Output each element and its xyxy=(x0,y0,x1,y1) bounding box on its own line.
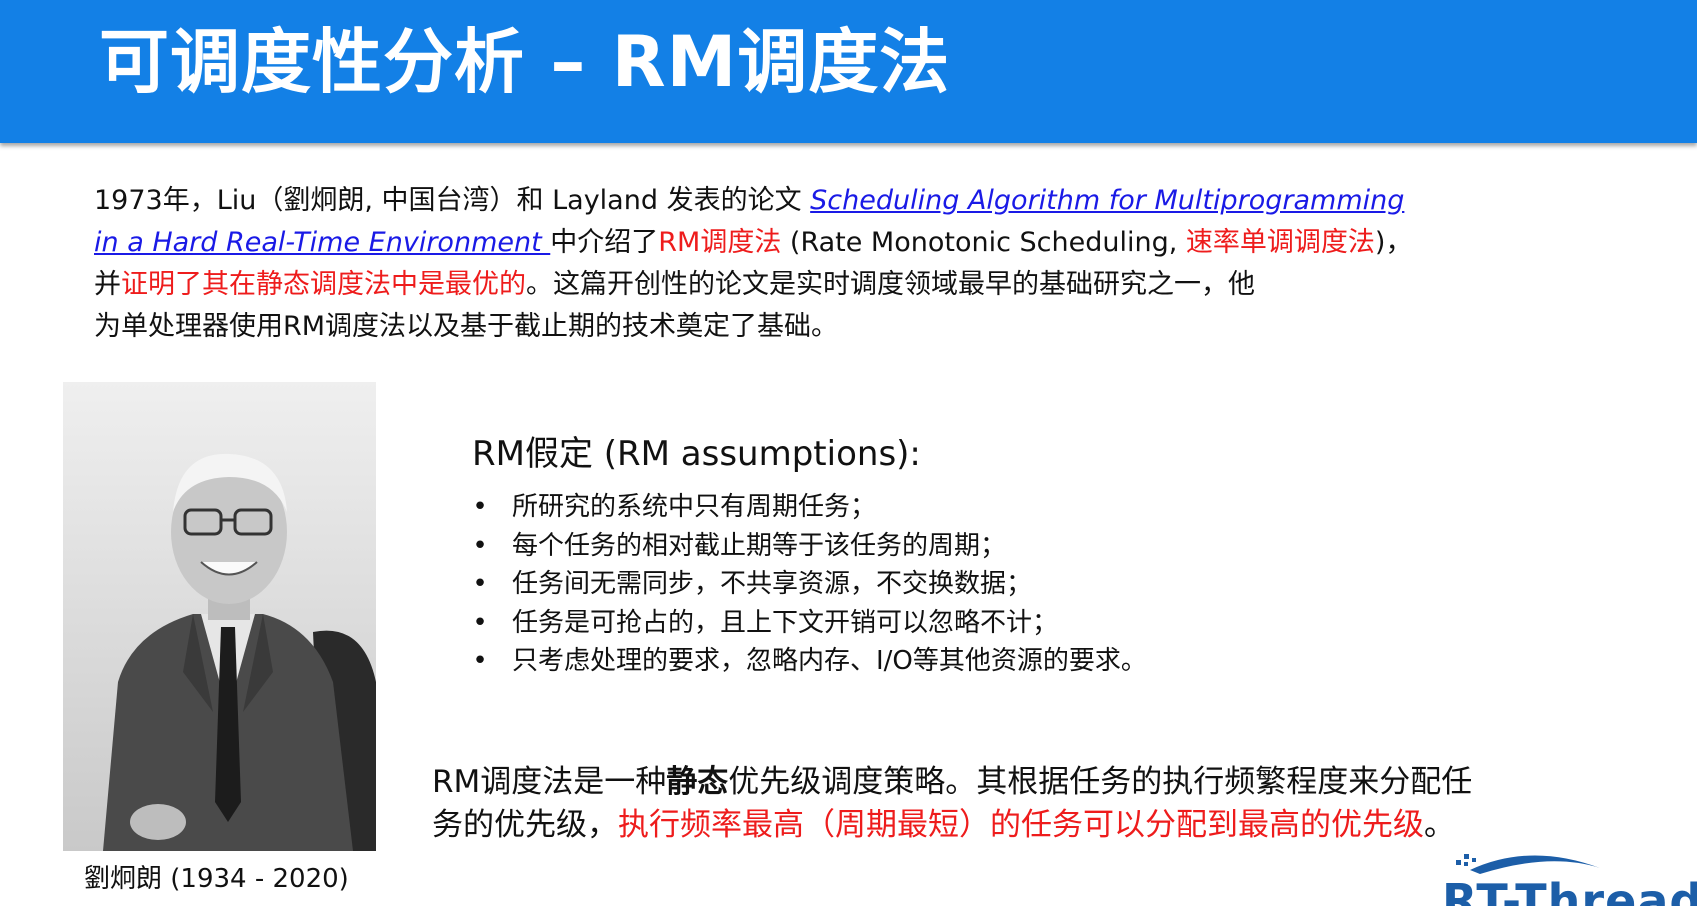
bullet-icon: • xyxy=(472,492,488,522)
conclusion-text: RM调度法是一种 xyxy=(432,764,667,800)
conclusion-text: 优先级调度策略。其根据任务的执行频繁程度来分配任 xyxy=(728,764,1473,800)
list-item: • 任务间无需同步，不共享资源，不交换数据； xyxy=(470,565,1147,604)
rm-highlight: RM调度法 xyxy=(658,227,782,258)
intro-text: 并 xyxy=(94,269,121,300)
list-item-text: 所研究的系统中只有周期任务； xyxy=(512,492,877,522)
conclusion-line-2: 务的优先级，执行频率最高（周期最短）的任务可以分配到最高的优先级。 xyxy=(432,804,1672,847)
intro-line-3: 并证明了其在静态调度法中是最优的。这篇开创性的论文是实时调度领域最早的基础研究之… xyxy=(94,264,1674,306)
conclusion-text: 。 xyxy=(1424,807,1455,843)
intro-text: 。这篇开创性的论文是实时调度领域最早的基础研究之一，他 xyxy=(526,269,1255,300)
intro-line-2: in a Hard Real-Time Environment 中介绍了RM调度… xyxy=(94,222,1674,264)
list-item: • 任务是可抢占的，且上下文开销可以忽略不计； xyxy=(470,604,1147,643)
rms-chinese-highlight: 速率单调调度法 xyxy=(1185,227,1375,258)
portrait-photo xyxy=(63,382,376,851)
photo-caption: 劉炯朗 (1934 - 2020) xyxy=(84,864,349,894)
list-item-text: 每个任务的相对截止期等于该任务的周期； xyxy=(512,530,1007,561)
conclusion-text: 务的优先级， xyxy=(432,807,618,843)
logo-text: RT-Thread xyxy=(1442,874,1697,906)
list-item: • 每个任务的相对截止期等于该任务的周期； xyxy=(470,527,1147,566)
list-item-text: 任务间无需同步，不共享资源，不交换数据； xyxy=(512,569,1033,599)
list-item-text: 任务是可抢占的，且上下文开销可以忽略不计； xyxy=(512,607,1059,638)
header-bar: 可调度性分析 – RM调度法 xyxy=(0,0,1697,143)
bullet-icon: • xyxy=(472,646,488,676)
paper-title-link[interactable]: Scheduling Algorithm for Multiprogrammin… xyxy=(810,185,1404,216)
conclusion-line-1: RM调度法是一种静态优先级调度策略。其根据任务的执行频繁程度来分配任 xyxy=(432,761,1672,804)
slide: 可调度性分析 – RM调度法 1973年，Liu（劉炯朗, 中国台湾）和 Lay… xyxy=(0,0,1697,906)
list-item: • 所研究的系统中只有周期任务； xyxy=(470,488,1147,527)
intro-text: 1973年，Liu（劉炯朗, 中国台湾）和 Layland 发表的论文 xyxy=(94,185,811,216)
portrait-illustration xyxy=(63,382,376,851)
list-item-text: 只考虑处理的要求，忽略内存、I/O等其他资源的要求。 xyxy=(512,646,1147,676)
intro-line-4: 为单处理器使用RM调度法以及基于截止期的技术奠定了基础。 xyxy=(94,311,839,342)
intro-text: 中介绍了 xyxy=(550,227,659,258)
intro-paragraph: 1973年，Liu（劉炯朗, 中国台湾）和 Layland 发表的论文 Sche… xyxy=(94,180,1674,348)
intro-text: )， xyxy=(1374,227,1413,258)
optimality-highlight: 证明了其在静态调度法中是最优的 xyxy=(121,269,526,300)
conclusion-paragraph: RM调度法是一种静态优先级调度策略。其根据任务的执行频繁程度来分配任 务的优先级… xyxy=(432,761,1672,847)
bullet-icon: • xyxy=(472,607,488,638)
assumptions-heading: RM假定 (RM assumptions): xyxy=(472,434,921,474)
assumptions-list: • 所研究的系统中只有周期任务； • 每个任务的相对截止期等于该任务的周期； • 任务… xyxy=(470,488,1147,681)
intro-text: (Rate Monotonic Scheduling, xyxy=(781,227,1186,258)
bullet-icon: • xyxy=(472,569,488,599)
paper-title-link-continued[interactable]: in a Hard Real-Time Environment xyxy=(94,227,550,258)
intro-line-1: 1973年，Liu（劉炯朗, 中国台湾）和 Layland 发表的论文 Sche… xyxy=(94,180,1674,222)
priority-highlight: 执行频率最高（周期最短）的任务可以分配到最高的优先级 xyxy=(618,807,1424,843)
rt-thread-logo: RT-Thread xyxy=(1440,848,1697,906)
list-item: • 只考虑处理的要求，忽略内存、I/O等其他资源的要求。 xyxy=(470,642,1147,681)
page-title: 可调度性分析 – RM调度法 xyxy=(99,21,951,103)
static-emphasis: 静态 xyxy=(666,764,729,800)
bullet-icon: • xyxy=(472,530,488,561)
